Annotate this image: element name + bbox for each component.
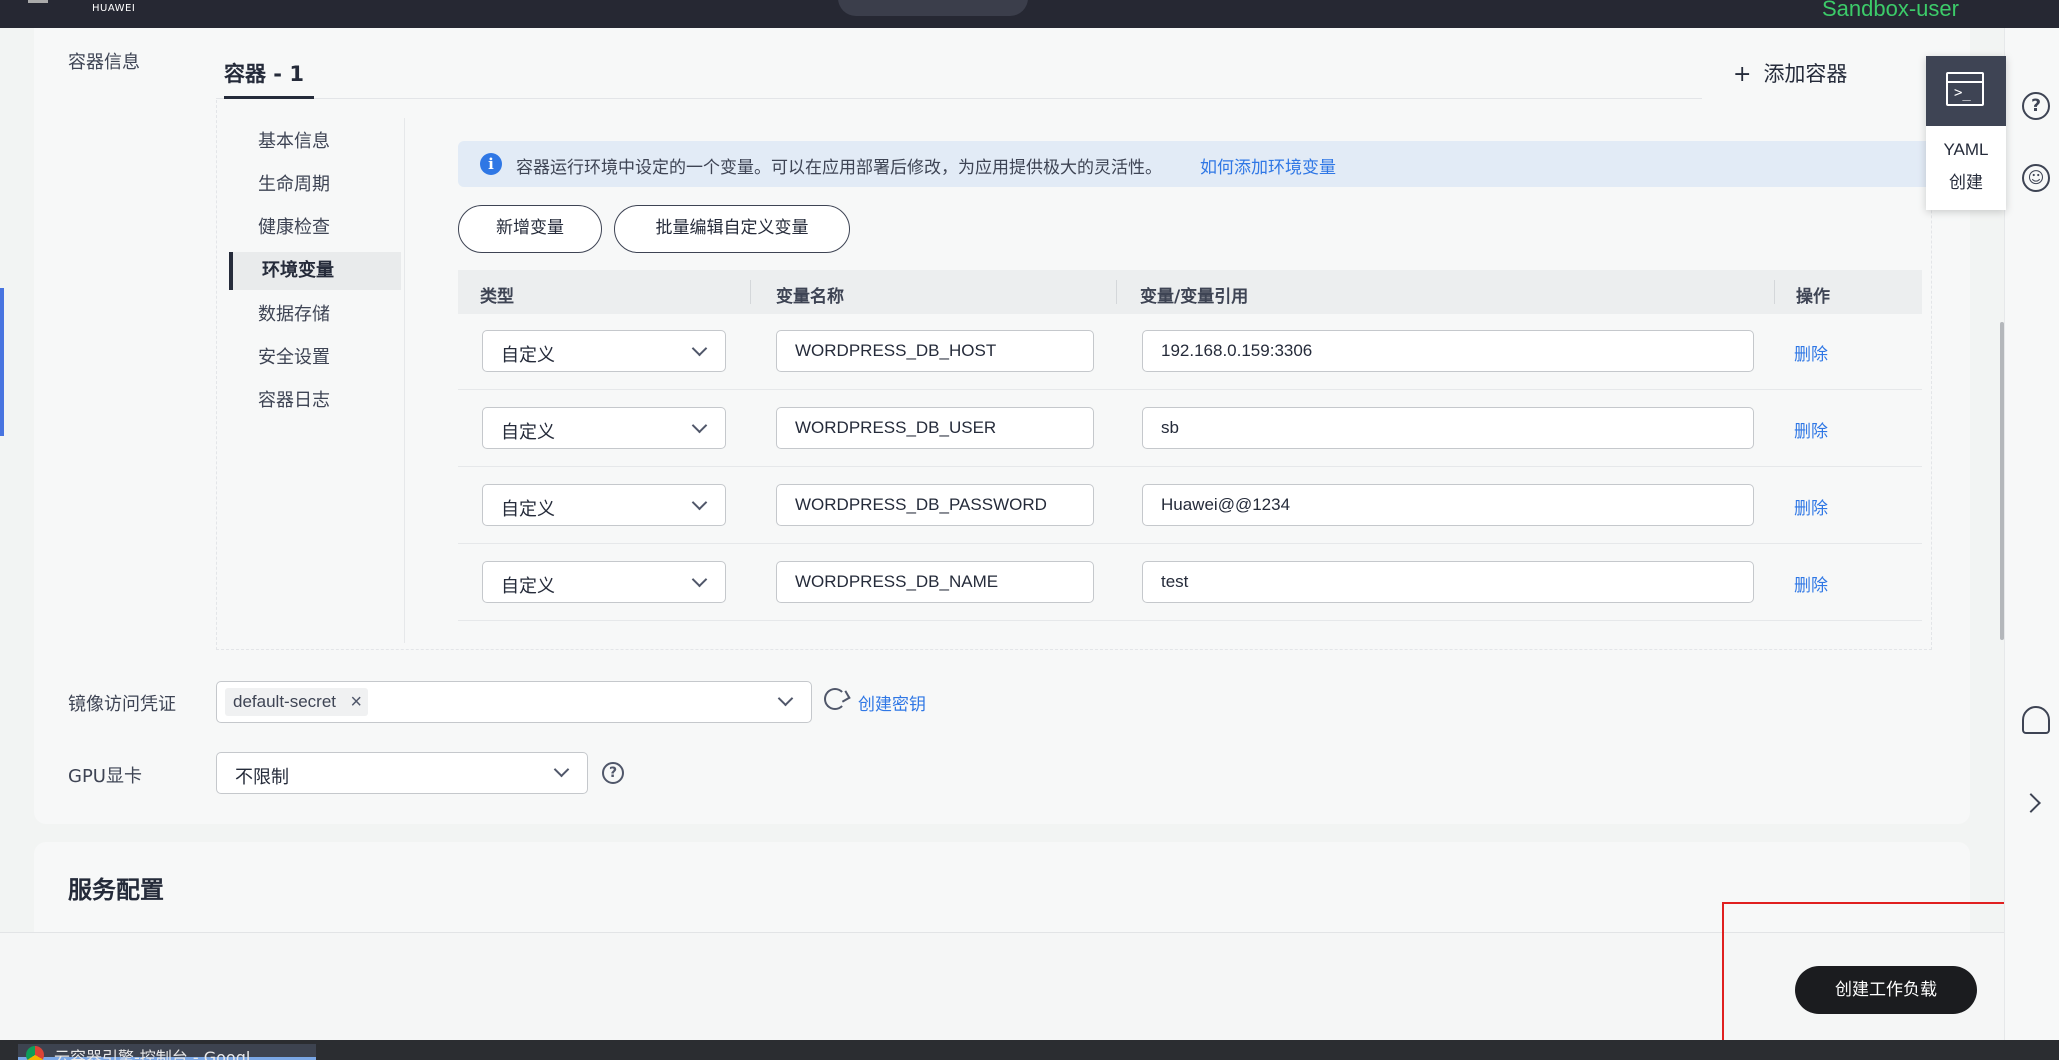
- taskbar-item-label: 云容器引擎-控制台 - Googl…: [54, 1048, 267, 1060]
- user-name[interactable]: Sandbox-user: [1822, 0, 1959, 22]
- var-value-input[interactable]: 192.168.0.159:3306: [1142, 330, 1754, 372]
- chevron-down-icon: [777, 690, 794, 707]
- create-secret-link[interactable]: 创建密钥: [858, 690, 926, 715]
- type-select-value: 自定义: [501, 576, 555, 597]
- info-icon: i: [480, 153, 502, 175]
- yaml-create-tab[interactable]: >_ YAML 创建: [1926, 56, 2006, 210]
- type-select[interactable]: 自定义: [482, 484, 726, 526]
- table-row: 自定义 WORDPRESS_DB_USER sb 删除: [458, 391, 1922, 467]
- env-info-banner: i 容器运行环境中设定的一个变量。可以在应用部署后修改，为应用提供极大的灵活性。…: [458, 141, 1936, 187]
- taskbar-item-chrome[interactable]: 云容器引擎-控制台 - Googl…: [18, 1044, 316, 1060]
- var-value-input[interactable]: sb: [1142, 407, 1754, 449]
- smiley-icon[interactable]: ☺: [2022, 164, 2050, 192]
- container-info-label: 容器信息: [68, 52, 140, 73]
- type-select-value: 自定义: [501, 422, 555, 443]
- refresh-icon[interactable]: [824, 688, 846, 710]
- service-config-title: 服务配置: [68, 876, 164, 904]
- side-nav-health-check[interactable]: 健康检查: [258, 209, 398, 247]
- env-table-header: 类型 变量名称 变量/变量引用 操作: [458, 270, 1922, 314]
- batch-edit-button[interactable]: 批量编辑自定义变量: [614, 205, 850, 253]
- col-value: 变量/变量引用: [1140, 287, 1249, 307]
- gpu-select[interactable]: 不限制: [216, 752, 588, 794]
- type-select[interactable]: 自定义: [482, 330, 726, 372]
- headset-icon[interactable]: [2022, 706, 2050, 734]
- col-action: 操作: [1796, 287, 1830, 307]
- table-row: 自定义 WORDPRESS_DB_HOST 192.168.0.159:3306…: [458, 314, 1922, 390]
- var-name-input[interactable]: WORDPRESS_DB_HOST: [776, 330, 1094, 372]
- col-divider: [1116, 280, 1117, 304]
- global-search[interactable]: [838, 0, 1028, 16]
- side-nav-env-vars[interactable]: 环境变量: [229, 252, 401, 290]
- how-to-add-env-link[interactable]: 如何添加环境变量: [1200, 153, 1336, 178]
- terminal-icon: >_: [1946, 72, 1984, 106]
- yaml-header: >_: [1926, 56, 2006, 126]
- side-nav-security[interactable]: 安全设置: [258, 339, 398, 377]
- col-divider: [1774, 280, 1775, 304]
- info-text: 容器运行环境中设定的一个变量。可以在应用部署后修改，为应用提供极大的灵活性。: [516, 158, 1162, 178]
- side-nav-basic-info[interactable]: 基本信息: [258, 123, 398, 161]
- brand-logo: HUAWEI: [92, 3, 136, 14]
- yaml-label: YAML: [1943, 140, 1989, 159]
- active-tab-underline: [224, 96, 314, 99]
- help-icon[interactable]: ?: [602, 762, 624, 784]
- add-variable-button[interactable]: 新增变量: [458, 205, 602, 253]
- service-config-card: [34, 842, 1970, 932]
- image-secret-label: 镜像访问凭证: [68, 694, 176, 715]
- type-select-value: 自定义: [501, 499, 555, 520]
- chevron-down-icon: [691, 571, 708, 588]
- highlight-box: [1722, 902, 2026, 1060]
- var-name-input[interactable]: WORDPRESS_DB_USER: [776, 407, 1094, 449]
- panel-divider: [404, 118, 405, 643]
- gpu-select-value: 不限制: [235, 767, 289, 788]
- chevron-down-icon: [691, 494, 708, 511]
- tab-container-1[interactable]: 容器 - 1: [224, 58, 304, 88]
- top-navigation-bar: HUAWEI Sandbox-user: [0, 0, 2059, 28]
- delete-link[interactable]: 删除: [1794, 417, 1828, 442]
- yaml-create-label: 创建: [1949, 173, 1983, 193]
- type-select-value: 自定义: [501, 345, 555, 366]
- side-nav-storage[interactable]: 数据存储: [258, 296, 398, 334]
- var-name-input[interactable]: WORDPRESS_DB_PASSWORD: [776, 484, 1094, 526]
- chevron-down-icon: [553, 761, 570, 778]
- add-container-button[interactable]: + 添加容器: [1733, 58, 1847, 88]
- left-accent-bar: [0, 288, 4, 436]
- col-name: 变量名称: [776, 287, 844, 307]
- type-select[interactable]: 自定义: [482, 561, 726, 603]
- table-row: 自定义 WORDPRESS_DB_PASSWORD Huawei@@1234 删…: [458, 468, 1922, 544]
- secret-tag-label: default-secret: [233, 692, 336, 711]
- chrome-icon: [26, 1046, 44, 1060]
- col-divider: [750, 280, 751, 304]
- col-type: 类型: [480, 287, 514, 307]
- chevron-down-icon: [691, 417, 708, 434]
- menu-icon[interactable]: [28, 0, 48, 3]
- plus-icon: +: [1733, 62, 1752, 87]
- var-value-input[interactable]: test: [1142, 561, 1754, 603]
- secret-tag: default-secret ×: [225, 688, 368, 716]
- delete-link[interactable]: 删除: [1794, 571, 1828, 596]
- var-value-input[interactable]: Huawei@@1234: [1142, 484, 1754, 526]
- side-nav-logs[interactable]: 容器日志: [258, 382, 398, 420]
- close-icon[interactable]: ×: [350, 688, 362, 716]
- type-select[interactable]: 自定义: [482, 407, 726, 449]
- scrollbar[interactable]: [2000, 322, 2004, 640]
- table-row: 自定义 WORDPRESS_DB_NAME test 删除: [458, 545, 1922, 621]
- os-taskbar: 云容器引擎-控制台 - Googl…: [0, 1040, 2059, 1060]
- delete-link[interactable]: 删除: [1794, 494, 1828, 519]
- image-secret-select[interactable]: default-secret ×: [216, 681, 812, 723]
- gpu-label: GPU显卡: [68, 766, 142, 787]
- tab-divider: [216, 98, 1702, 99]
- var-name-input[interactable]: WORDPRESS_DB_NAME: [776, 561, 1094, 603]
- help-icon[interactable]: ?: [2022, 92, 2050, 120]
- delete-link[interactable]: 删除: [1794, 340, 1828, 365]
- add-container-label: 添加容器: [1763, 62, 1848, 86]
- side-nav-lifecycle[interactable]: 生命周期: [258, 166, 398, 204]
- chevron-down-icon: [691, 340, 708, 357]
